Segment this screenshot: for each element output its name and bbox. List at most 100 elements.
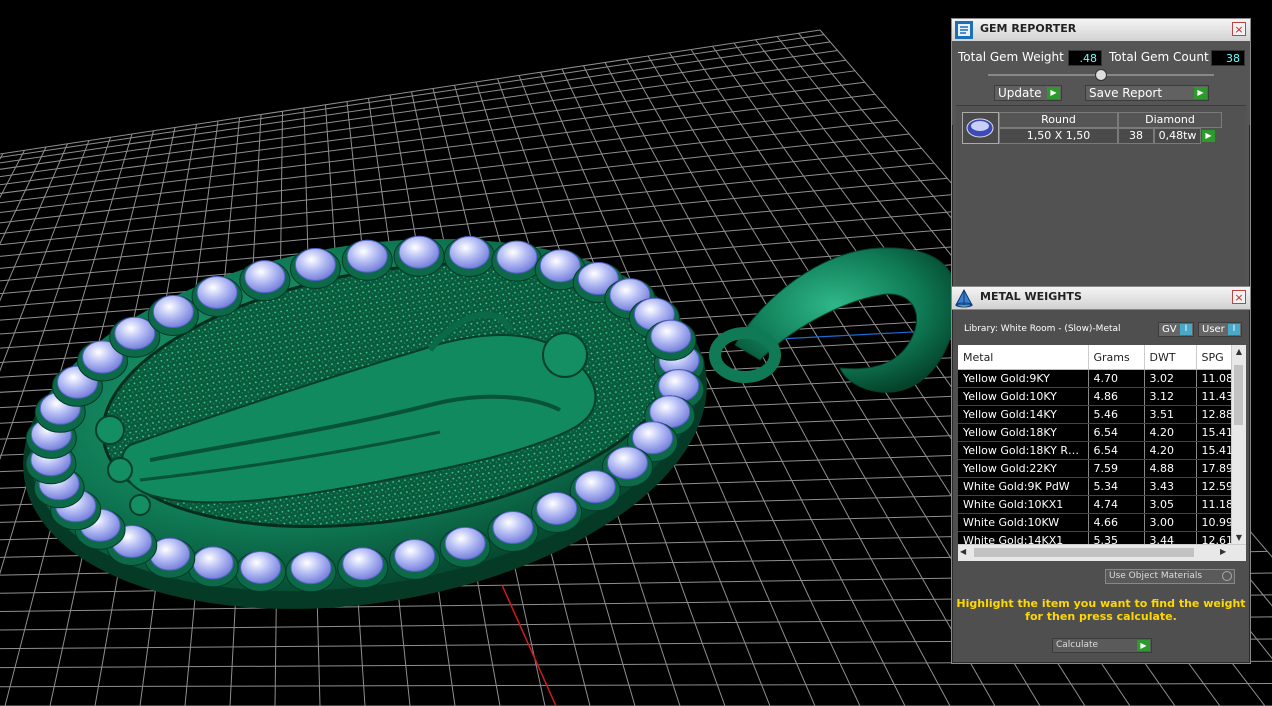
play-arrow-icon: ▶ (1137, 640, 1150, 651)
gem-reporter-close-icon[interactable]: × (1232, 22, 1246, 36)
metal-table-container[interactable]: Metal Grams DWT SPG Yellow Gold:9KY 4.70 3… (958, 345, 1246, 561)
dwt-cell: 3.12 (1144, 387, 1197, 406)
grams-cell: 4.66 (1088, 513, 1145, 532)
metal-name-cell: White Gold:10KX1 (958, 495, 1089, 514)
dwt-cell: 3.43 (1144, 477, 1197, 496)
spg-cell: 15.41 (1196, 441, 1232, 460)
gem-count-cell: 38 (1118, 128, 1154, 144)
round-gem-icon (962, 112, 999, 144)
user-label: User (1202, 324, 1225, 335)
dwt-cell: 3.02 (1144, 369, 1197, 388)
metal-table-row[interactable]: Yellow Gold:18KY R… 6.54 4.20 15.41 (958, 441, 1232, 460)
metal-table-row[interactable]: White Gold:14KX1 5.35 3.44 12.61 (958, 531, 1232, 545)
total-gem-count-value: 38 (1211, 50, 1245, 66)
spg-cell: 11.18 (1196, 495, 1232, 514)
metal-table-header: Metal Grams DWT SPG (958, 345, 1232, 370)
dwt-cell: 3.00 (1144, 513, 1197, 532)
column-header-grams[interactable]: Grams (1088, 345, 1145, 370)
gem-reporter-titlebar[interactable]: GEM REPORTER × (952, 19, 1250, 42)
scroll-right-icon[interactable]: ▶ (1220, 547, 1226, 556)
update-button[interactable]: Update ▶ (994, 85, 1062, 101)
diamond-gem (290, 551, 332, 585)
diamond-gem (398, 235, 440, 269)
column-header-spg[interactable]: SPG (1196, 345, 1232, 370)
dwt-cell: 4.20 (1144, 423, 1197, 442)
diamond-gem (152, 295, 194, 329)
slider-handle-icon[interactable] (1095, 69, 1107, 81)
metal-name-cell: Yellow Gold:22KY (958, 459, 1089, 478)
gem-shape-cell: Round (999, 112, 1118, 128)
metal-name-cell: Yellow Gold:14KY (958, 405, 1089, 424)
gem-row-arrow-icon[interactable]: ▶ (1202, 130, 1215, 142)
gem-reporter-slider[interactable] (988, 69, 1214, 81)
spg-cell: 11.43 (1196, 387, 1232, 406)
instruction-line-2: for then press calculate. (1025, 610, 1177, 623)
play-arrow-icon: ▶ (1194, 87, 1207, 99)
metal-name-cell: White Gold:10KW (958, 513, 1089, 532)
diamond-gem (394, 539, 436, 573)
horizontal-scrollbar[interactable]: ◀ ▶ (958, 544, 1246, 561)
column-header-dwt[interactable]: DWT (1144, 345, 1197, 370)
gv-toggle-icon: I (1180, 324, 1192, 335)
metal-table: Metal Grams DWT SPG Yellow Gold:9KY 4.70 3… (958, 345, 1232, 545)
instruction-line-1: Highlight the item you want to find the … (956, 597, 1246, 610)
gem-row[interactable]: Round Diamond 1,50 X 1,50 38 0,48tw ▶ (962, 112, 1232, 146)
metal-name-cell: Yellow Gold:10KY (958, 387, 1089, 406)
diamond-gem (244, 260, 286, 294)
use-object-materials-label: Use Object Materials (1109, 571, 1203, 581)
column-header-metal[interactable]: Metal (958, 345, 1089, 370)
diamond-gem (492, 511, 534, 545)
metal-table-row[interactable]: Yellow Gold:14KY 5.46 3.51 12.88 (958, 405, 1232, 424)
scroll-up-icon[interactable]: ▲ (1232, 345, 1246, 359)
metal-table-row[interactable]: White Gold:10KW 4.66 3.00 10.99 (958, 513, 1232, 532)
gv-toggle[interactable]: GV I (1158, 322, 1194, 337)
metal-table-row[interactable]: Yellow Gold:18KY 6.54 4.20 15.41 (958, 423, 1232, 442)
use-object-materials-select[interactable]: Use Object Materials (1105, 569, 1235, 584)
diamond-gem (574, 470, 616, 504)
grams-cell: 6.54 (1088, 423, 1145, 442)
calculate-label: Calculate (1056, 640, 1099, 650)
scroll-down-icon[interactable]: ▼ (1232, 531, 1246, 545)
calculate-button[interactable]: Calculate ▶ (1052, 638, 1152, 653)
vertical-scrollbar[interactable]: ▲ ▼ (1231, 345, 1246, 545)
total-gem-weight-label: Total Gem Weight (958, 50, 1064, 64)
metal-weights-close-icon[interactable]: × (1232, 290, 1246, 304)
metal-name-cell: White Gold:9K PdW (958, 477, 1089, 496)
vertical-scroll-thumb[interactable] (1234, 365, 1243, 425)
metal-name-cell: Yellow Gold:9KY (958, 369, 1089, 388)
gem-reporter-title: GEM REPORTER (980, 22, 1077, 35)
diamond-gem (448, 236, 490, 270)
user-toggle[interactable]: User I (1198, 322, 1242, 337)
save-report-button[interactable]: Save Report ▶ (1085, 85, 1209, 101)
horizontal-scroll-thumb[interactable] (974, 548, 1194, 557)
grams-cell: 5.46 (1088, 405, 1145, 424)
spg-cell: 10.99 (1196, 513, 1232, 532)
grams-cell: 7.59 (1088, 459, 1145, 478)
grams-cell: 6.54 (1088, 441, 1145, 460)
dropdown-circle-icon (1222, 571, 1232, 581)
scroll-left-icon[interactable]: ◀ (960, 547, 966, 556)
metal-table-row[interactable]: Yellow Gold:22KY 7.59 4.88 17.89 (958, 459, 1232, 478)
diamond-gem (192, 546, 234, 580)
diamond-gem (444, 526, 486, 560)
spg-cell: 17.89 (1196, 459, 1232, 478)
metal-weights-titlebar[interactable]: METAL WEIGHTS × (952, 287, 1250, 310)
diamond-gem (114, 316, 156, 350)
gem-reporter-panel: GEM REPORTER × Total Gem Weight .48 Tota… (951, 18, 1251, 288)
metal-table-row[interactable]: White Gold:10KX1 4.74 3.05 11.18 (958, 495, 1232, 514)
grams-cell: 4.74 (1088, 495, 1145, 514)
gem-list-area: Round Diamond 1,50 X 1,50 38 0,48tw ▶ (956, 105, 1246, 286)
gem-material-cell: Diamond (1118, 112, 1222, 128)
metal-name-cell: White Gold:14KX1 (958, 531, 1089, 545)
grams-cell: 4.86 (1088, 387, 1145, 406)
gem-reporter-icon (955, 21, 973, 39)
diamond-gem (294, 247, 336, 281)
spg-cell: 11.08 (1196, 369, 1232, 388)
metal-pyramid-icon (955, 288, 973, 308)
diamond-gem (342, 547, 384, 581)
diamond-gem (650, 319, 692, 353)
dwt-cell: 3.05 (1144, 495, 1197, 514)
metal-table-row[interactable]: Yellow Gold:10KY 4.86 3.12 11.43 (958, 387, 1232, 406)
metal-table-row[interactable]: White Gold:9K PdW 5.34 3.43 12.59 (958, 477, 1232, 496)
metal-table-row[interactable]: Yellow Gold:9KY 4.70 3.02 11.08 (958, 369, 1232, 388)
